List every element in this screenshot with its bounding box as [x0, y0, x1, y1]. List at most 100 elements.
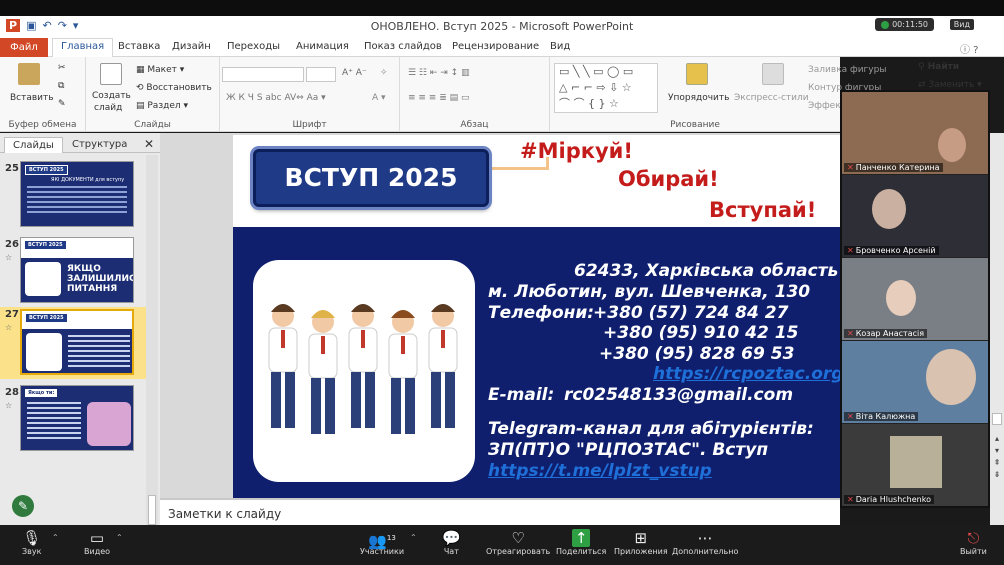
tab-design[interactable]: Дизайн	[172, 41, 211, 52]
audio-button[interactable]: 🎙 Звук	[22, 529, 41, 556]
tab-file[interactable]: Файл	[0, 38, 48, 57]
participant-name-text: Daria Hlushchenko	[855, 495, 931, 504]
thumbnail-28[interactable]: 28 ☆ Якщо ти:	[0, 385, 146, 457]
title-badge: ВСТУП 2025	[253, 149, 489, 207]
quick-styles-button[interactable]: Экспресс-стили	[734, 93, 809, 103]
new-slide-label-1[interactable]: Создать	[92, 91, 131, 101]
person-part	[351, 372, 361, 428]
people-icon	[268, 304, 458, 434]
help-icon[interactable]: ⓘ ?	[960, 41, 979, 56]
arrange-icon[interactable]	[686, 63, 708, 85]
paste-icon[interactable]	[18, 63, 40, 85]
shield-icon	[881, 20, 890, 29]
quick-styles-icon[interactable]	[762, 63, 784, 85]
tab-outline[interactable]: Структура	[64, 137, 135, 153]
annotate-pen-icon[interactable]: ✎	[12, 495, 34, 517]
tab-slideshow[interactable]: Показ слайдов	[364, 41, 442, 52]
animation-star-icon: ☆	[5, 253, 13, 262]
chevron-up-icon[interactable]: ⌃	[116, 533, 123, 542]
share-button[interactable]: ↑ Поделиться	[556, 529, 606, 556]
thumbnail-25[interactable]: 25 ВСТУП 2025 ЯКІ ДОКУМЕНТИ для вступу	[0, 161, 146, 233]
reactions-button[interactable]: ♡ Отреагировать	[486, 529, 550, 556]
replace-button[interactable]: ⇄ Заменить ▾	[918, 80, 982, 90]
person-part	[391, 378, 401, 434]
bold-italic-icons[interactable]: Ж К Ч S abc AV⇔ Aa ▾	[226, 93, 326, 103]
thumbnail-image: Якщо ти:	[20, 385, 134, 451]
participant-tile-4[interactable]: ✕ Віта Калюжна	[842, 341, 988, 423]
person-part	[271, 372, 281, 428]
panel-tabs: Слайды Структура ✕	[0, 137, 160, 153]
find-label: Найти	[927, 62, 960, 72]
arrange-button[interactable]: Упорядочить	[668, 93, 729, 103]
chat-button[interactable]: 💬 Чат	[442, 529, 461, 556]
cut-icon[interactable]: ✂	[58, 63, 66, 73]
tab-transitions[interactable]: Переходы	[227, 41, 280, 52]
shape-fill-button[interactable]: Заливка фигуры	[808, 65, 886, 75]
video-button[interactable]: ▭ Видео	[84, 529, 110, 556]
view-button[interactable]: Вид	[949, 19, 974, 30]
new-slide-label-2[interactable]: слайд	[94, 103, 122, 113]
section-button[interactable]: ▤ Раздел ▾	[136, 101, 188, 111]
tab-review[interactable]: Рецензирование	[452, 41, 539, 52]
paste-button[interactable]: Вставить	[10, 93, 54, 103]
find-button[interactable]: ⚲ Найти	[918, 62, 959, 72]
animation-star-icon: ☆	[5, 401, 13, 410]
font-color-icon[interactable]: A ▾	[372, 93, 386, 103]
apps-button[interactable]: ⊞ Приложения	[614, 529, 668, 556]
editor-scrollbar[interactable]: ▴ ▾ ⇞ ⇟	[990, 133, 1004, 525]
person-part	[351, 304, 375, 312]
tab-insert[interactable]: Вставка	[118, 41, 160, 52]
tab-view[interactable]: Вид	[550, 41, 570, 52]
font-size-combo[interactable]	[306, 67, 336, 82]
reset-button[interactable]: ⟲ Восстановить	[136, 83, 212, 93]
format-painter-icon[interactable]: ✎	[58, 99, 66, 109]
current-slide[interactable]: ВСТУП 2025 #Міркуй! Обирай! Вступай! 624…	[233, 135, 840, 498]
participant-tile-2[interactable]: ✕ Бровченко Арсеній	[842, 175, 988, 257]
thumbnail-26[interactable]: 26 ☆ ВСТУП 2025 ЯКЩО ЗАЛИШИЛИСЯ ПИТАННЯ	[0, 237, 146, 309]
chevron-up-icon[interactable]: ⌃	[410, 533, 417, 542]
tab-animation[interactable]: Анимация	[296, 41, 349, 52]
scroll-thumb[interactable]	[148, 495, 156, 525]
layout-button[interactable]: ▦ Макет ▾	[136, 65, 184, 75]
ribbon-tabs: Файл Главная Вставка Дизайн Переходы Ани…	[0, 38, 1004, 58]
ribbon: Вставить ✂ ⧉ ✎ Буфер обмена Создать слай…	[0, 57, 886, 132]
replace-label: Заменить	[928, 80, 975, 90]
thumb-title: ВСТУП 2025	[25, 165, 68, 175]
telegram-link[interactable]: https://t.me/lplzt_vstup	[488, 461, 712, 481]
tab-slides[interactable]: Слайды	[4, 137, 63, 153]
notes-area[interactable]: Заметки к слайду	[160, 498, 840, 525]
thumbnail-27[interactable]: 27 ☆ ВСТУП 2025	[0, 307, 146, 379]
email-value: rc02548133@gmail.com	[564, 385, 794, 405]
alignment-icons[interactable]: ≡ ≡ ≡ ≣ ▤ ▭	[408, 93, 469, 103]
thumbnail-image: ВСТУП 2025 ЯКІ ДОКУМЕНТИ для вступу	[20, 161, 134, 227]
mic-muted-icon: ✕	[847, 163, 854, 172]
paragraph-group: ☰ ☷ ⇤ ⇥ ↕ ▥ ≡ ≡ ≡ ≣ ▤ ▭ Абзац	[400, 57, 550, 132]
grow-font-icon[interactable]: A⁺ A⁻	[342, 68, 367, 78]
page-nav-icons[interactable]: ▴ ▾ ⇞ ⇟	[991, 433, 1003, 481]
participant-name-text: Віта Калюжна	[855, 412, 916, 421]
recording-indicator[interactable]: 00:11:50	[875, 18, 934, 31]
website-link[interactable]: https://rcpoztac.org	[653, 364, 840, 384]
scroll-thumb[interactable]	[992, 413, 1002, 425]
thumb-title: ВСТУП 2025	[26, 314, 67, 322]
more-button[interactable]: ⋯ Дополнительно	[672, 529, 738, 556]
bullets-icons[interactable]: ☰ ☷ ⇤ ⇥ ↕ ▥	[408, 68, 470, 78]
panel-scrollbar[interactable]	[146, 155, 158, 525]
participant-tile-3[interactable]: ✕ Козар Анастасія	[842, 258, 988, 340]
tab-home[interactable]: Главная	[52, 38, 114, 58]
copy-icon[interactable]: ⧉	[58, 81, 64, 91]
slogan-enroll: Вступай!	[709, 198, 817, 222]
shapes-gallery[interactable]: ▭ ╲ ╲ ▭ ◯ ▭ △ ⌐ ⌐ ⇨ ⇩ ☆ ⌒ ⌒ { } ☆	[554, 63, 658, 113]
participants-button[interactable]: 👥13 Участники	[360, 529, 404, 556]
clear-format-icon[interactable]: ✧	[380, 68, 388, 78]
participant-tile-5[interactable]: ✕ Daria Hlushchenko	[842, 424, 988, 506]
leave-button[interactable]: ⎋ Выйти	[960, 529, 987, 556]
new-slide-icon[interactable]	[100, 63, 122, 85]
meeting-controls: 🎙 Звук ⌃ ▭ Видео ⌃ 👥13 Участники ⌃ 💬 Чат ♡ От…	[0, 525, 1004, 565]
close-icon[interactable]: ✕	[144, 137, 154, 151]
participant-tile-1[interactable]: ✕ Панченко Катерина	[842, 92, 988, 174]
thumb-title: Якщо ти:	[25, 389, 58, 397]
chevron-up-icon[interactable]: ⌃	[52, 533, 59, 542]
font-name-combo[interactable]	[222, 67, 304, 82]
font-group: A⁺ A⁻ ✧ Ж К Ч S abc AV⇔ Aa ▾ A ▾ Шрифт	[220, 57, 400, 132]
